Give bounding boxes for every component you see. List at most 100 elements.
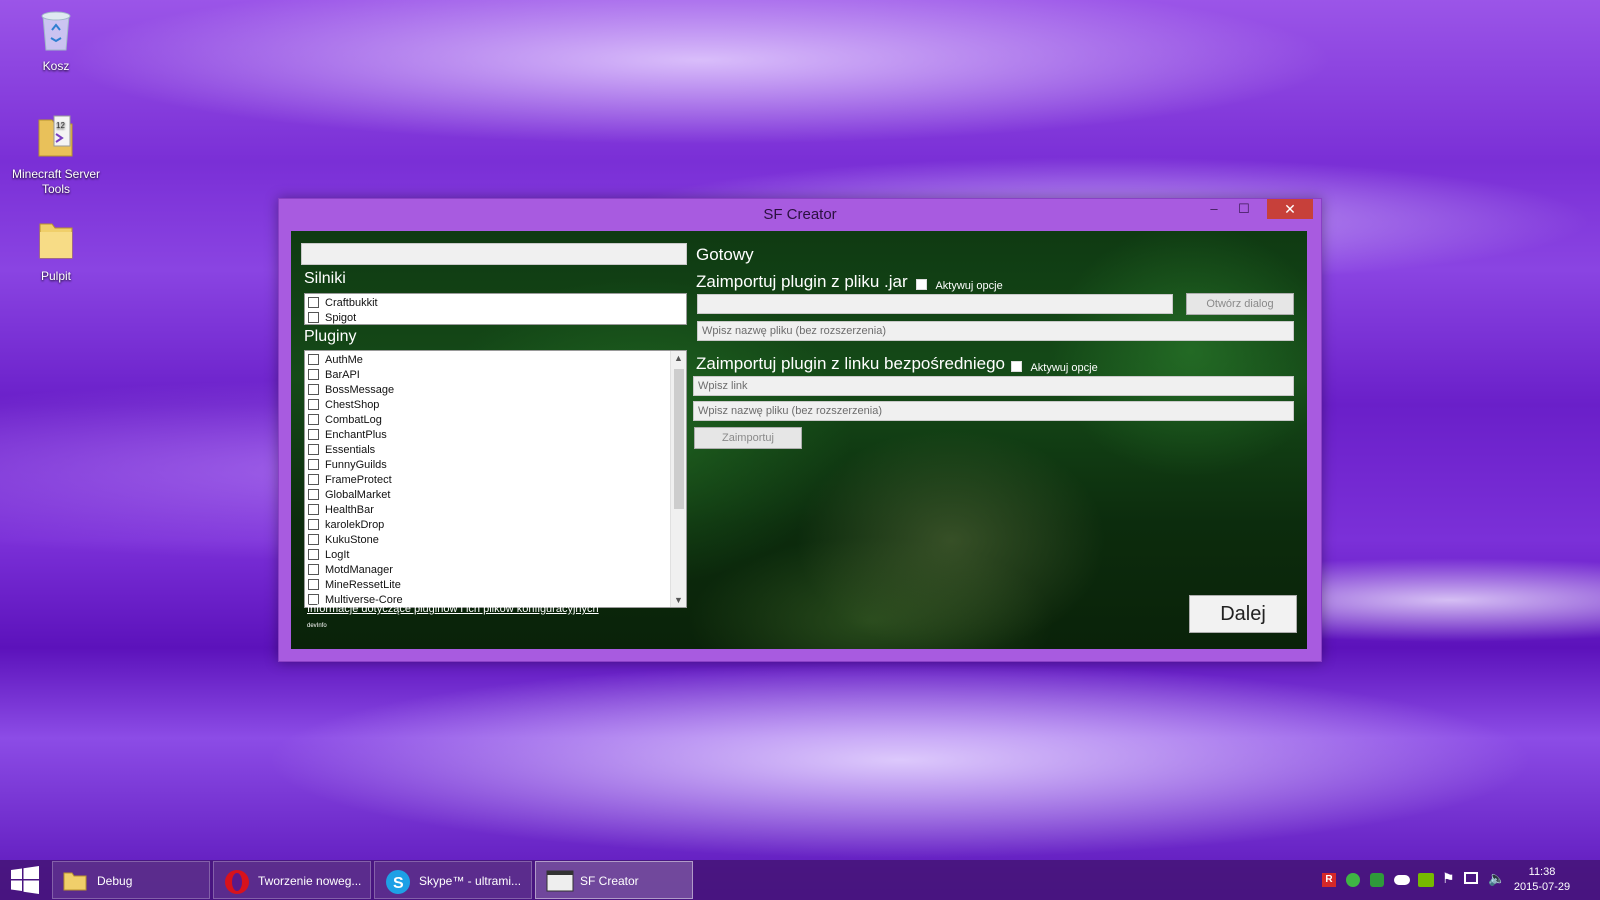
recycle-bin-icon [8, 8, 104, 55]
checkbox[interactable] [916, 279, 927, 291]
list-item[interactable]: ChestShop [305, 397, 686, 412]
desktop-icon-pulpit[interactable]: Pulpit [8, 218, 104, 284]
list-item-label: CombatLog [325, 413, 382, 426]
checkbox[interactable] [308, 504, 319, 515]
import-link-label: Zaimportuj plugin z linku bezpośredniego [696, 354, 1006, 373]
list-item[interactable]: FrameProtect [305, 472, 686, 487]
activate-options-jar[interactable]: Aktywuj opcje [916, 276, 1003, 294]
checkbox[interactable] [1011, 361, 1022, 373]
checkbox[interactable] [308, 414, 319, 425]
list-item-label: FunnyGuilds [325, 458, 387, 471]
list-item-label: MotdManager [325, 563, 393, 576]
import-button[interactable]: Zaimportuj [694, 427, 802, 449]
volume-icon[interactable]: 🔈 [1488, 870, 1505, 887]
next-button[interactable]: Dalej [1189, 595, 1297, 633]
link-input[interactable]: Wpisz link [693, 376, 1294, 396]
flag-icon[interactable]: ⚑ [1442, 870, 1455, 887]
list-item[interactable]: Essentials [305, 442, 686, 457]
list-item-label: Craftbukkit [325, 296, 378, 309]
list-item[interactable]: HealthBar [305, 502, 686, 517]
top-text-field[interactable] [301, 243, 687, 265]
plugins-list[interactable]: AuthMe BarAPI BossMessage ChestShop Comb… [304, 350, 687, 608]
list-item[interactable]: BossMessage [305, 382, 686, 397]
list-item-spigot[interactable]: Spigot [305, 310, 686, 325]
start-button[interactable] [0, 860, 48, 900]
plugins-info-link[interactable]: Informacje dotyczące pluginów i ich plik… [307, 603, 599, 615]
visual-studio-folder-icon: 12 [8, 110, 104, 163]
taskbar-item-sf-creator[interactable]: SF Creator [535, 861, 693, 899]
plugins-label: Pluginy [304, 328, 357, 345]
list-item[interactable]: BarAPI [305, 367, 686, 382]
checkbox[interactable] [308, 489, 319, 500]
list-item[interactable]: karolekDrop [305, 517, 686, 532]
desktop-icon-label: Pulpit [40, 269, 72, 283]
list-item-label: HealthBar [325, 503, 374, 516]
security-shield-icon[interactable] [1346, 873, 1360, 887]
maximize-button[interactable]: ☐ [1229, 199, 1259, 219]
update-icon[interactable] [1370, 873, 1384, 887]
checkbox[interactable] [308, 444, 319, 455]
checkbox[interactable] [308, 297, 319, 308]
checkbox[interactable] [308, 354, 319, 365]
list-item-label: EnchantPlus [325, 428, 387, 441]
list-item[interactable]: CombatLog [305, 412, 686, 427]
list-item[interactable]: MineRessetLite [305, 577, 686, 592]
network-icon[interactable] [1464, 872, 1478, 884]
checkbox[interactable] [308, 399, 319, 410]
windows-logo-icon [11, 866, 39, 894]
jar-path-field[interactable] [697, 294, 1173, 314]
plugins-scrollbar[interactable]: ▲ ▼ [670, 351, 686, 607]
window-titlebar[interactable]: SF Creator – ☐ ✕ [279, 199, 1321, 229]
list-item[interactable]: FunnyGuilds [305, 457, 686, 472]
status-label: Gotowy [696, 245, 754, 264]
scroll-down-icon[interactable]: ▼ [674, 595, 683, 605]
antivirus-icon[interactable]: R [1322, 873, 1336, 887]
checkbox[interactable] [308, 534, 319, 545]
taskbar-item-debug[interactable]: Debug [52, 861, 210, 899]
desktop-icon-minecraft-server-tools[interactable]: 12 Minecraft Server Tools [8, 110, 104, 197]
list-item-craftbukkit[interactable]: Craftbukkit [305, 295, 686, 310]
taskbar-clock[interactable]: 11:38 2015-07-29 [1510, 865, 1574, 895]
window-client-area: Silniki Craftbukkit Spigot Pluginy AuthM… [291, 231, 1307, 649]
open-dialog-button[interactable]: Otwórz dialog [1186, 293, 1294, 315]
folder-icon [63, 869, 87, 896]
close-button[interactable]: ✕ [1267, 199, 1313, 219]
checkbox[interactable] [308, 369, 319, 380]
minimize-button[interactable]: – [1199, 199, 1229, 219]
checkbox[interactable] [308, 384, 319, 395]
activate-options-link[interactable]: Aktywuj opcje [1011, 358, 1098, 376]
checkbox[interactable] [308, 459, 319, 470]
list-item[interactable]: LogIt [305, 547, 686, 562]
checkbox[interactable] [308, 312, 319, 323]
list-item[interactable]: GlobalMarket [305, 487, 686, 502]
list-item[interactable]: EnchantPlus [305, 427, 686, 442]
list-item[interactable]: KukuStone [305, 532, 686, 547]
folder-icon [8, 218, 104, 265]
activate-options-label: Aktywuj opcje [935, 280, 1003, 292]
checkbox[interactable] [308, 519, 319, 530]
link-filename-input[interactable]: Wpisz nazwę pliku (bez rozszerzenia) [693, 401, 1294, 421]
cloud-icon[interactable] [1394, 875, 1410, 885]
list-item-label: BarAPI [325, 368, 360, 381]
taskbar-item-skype[interactable]: S Skype™ - ultrami... [374, 861, 532, 899]
desktop-icon-label: Minecraft Server [11, 167, 101, 181]
desktop-icon-recycle-bin[interactable]: Kosz [8, 8, 104, 74]
opera-icon [224, 869, 250, 898]
checkbox[interactable] [308, 429, 319, 440]
list-item[interactable]: MotdManager [305, 562, 686, 577]
taskbar-item-opera[interactable]: Tworzenie noweg... [213, 861, 371, 899]
scroll-thumb[interactable] [674, 369, 684, 509]
nvidia-icon[interactable] [1418, 873, 1434, 887]
checkbox[interactable] [308, 564, 319, 575]
activate-options-label: Aktywuj opcje [1030, 362, 1098, 374]
svg-text:12: 12 [56, 121, 65, 130]
checkbox[interactable] [308, 579, 319, 590]
taskbar-item-label: Skype™ - ultrami... [419, 874, 522, 888]
jar-filename-input[interactable]: Wpisz nazwę pliku (bez rozszerzenia) [697, 321, 1294, 341]
checkbox[interactable] [308, 474, 319, 485]
scroll-up-icon[interactable]: ▲ [674, 353, 683, 363]
list-item[interactable]: AuthMe [305, 352, 686, 367]
checkbox[interactable] [308, 549, 319, 560]
engines-list: Craftbukkit Spigot [304, 293, 687, 325]
taskbar: Debug Tworzenie noweg... S Skype™ - ultr… [0, 860, 1600, 900]
